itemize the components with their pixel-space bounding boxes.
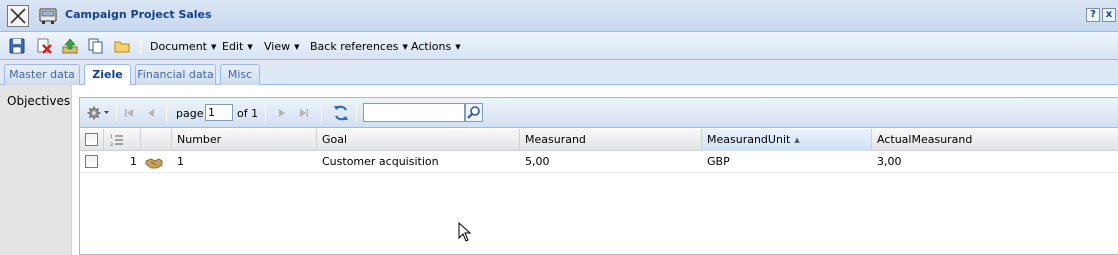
- title-bar: Campaign Project Sales ? x: [0, 0, 1118, 32]
- cell-measurand-unit: GBP: [707, 155, 730, 168]
- chevron-down-icon: ▼: [211, 43, 217, 51]
- cell-measurand: 5,00: [525, 155, 550, 168]
- cell-actual-measurand: 3,00: [877, 155, 902, 168]
- copy-icon[interactable]: [87, 37, 105, 55]
- next-page-icon[interactable]: [274, 105, 290, 121]
- previous-page-icon[interactable]: [143, 105, 159, 121]
- folder-icon[interactable]: [113, 37, 131, 55]
- paging-separator: [166, 105, 167, 121]
- grid-header: 13 Number Goal Measurand MeasurandUnit ▲ …: [80, 129, 1118, 151]
- chevron-down-icon: ▼: [455, 43, 461, 51]
- paging-separator: [321, 105, 322, 121]
- mouse-cursor-icon: [458, 221, 472, 244]
- tab-financial-data[interactable]: Financial data: [135, 64, 216, 85]
- table-row[interactable]: 1 1 Customer acquisition 5,00 GBP 3,00: [80, 151, 1118, 173]
- numbered-list-icon: 13: [110, 134, 123, 147]
- menu-label: View: [264, 40, 291, 53]
- tab-content: Objectives page 1 of 1 1 3 Number Goal M…: [0, 85, 1118, 255]
- main-toolbar: Document ▼ Edit ▼ View ▼ Back references ▼ A…: [0, 32, 1118, 60]
- paging-toolbar: page 1 of 1: [80, 98, 1118, 128]
- cell-goal: Customer acquisition: [322, 155, 439, 168]
- tab-ziele[interactable]: Ziele: [84, 64, 131, 86]
- page-label: page: [176, 107, 204, 120]
- row-number-column[interactable]: 13: [104, 129, 141, 151]
- column-header-label: Goal: [322, 133, 348, 146]
- first-page-icon[interactable]: [121, 105, 137, 121]
- menu-edit[interactable]: Edit ▼: [222, 40, 253, 53]
- page-number-input[interactable]: 1: [205, 104, 233, 121]
- last-page-icon[interactable]: [296, 105, 312, 121]
- tab-strip: Master data Ziele Financial data Misc: [0, 60, 1118, 86]
- menu-document[interactable]: Document ▼: [150, 40, 216, 53]
- select-all-checkbox[interactable]: [85, 133, 98, 146]
- row-number: 1: [130, 155, 137, 168]
- gear-icon[interactable]: [86, 105, 112, 121]
- chevron-down-icon: ▼: [402, 43, 408, 51]
- refresh-icon[interactable]: [332, 104, 350, 122]
- search-input[interactable]: [363, 103, 465, 122]
- svg-text:1: 1: [110, 134, 113, 140]
- tab-master-data[interactable]: Master data: [4, 64, 80, 85]
- paging-separator: [356, 105, 357, 121]
- select-all-column: [80, 129, 104, 151]
- objectives-grid: page 1 of 1 13 Number Goal Measurand Mea…: [79, 97, 1118, 255]
- bus-icon: [38, 7, 58, 25]
- menu-label: Edit: [222, 40, 244, 53]
- section-label: Objectives: [7, 94, 71, 108]
- menu-actions[interactable]: Actions ▼: [411, 40, 461, 53]
- sort-ascending-icon: ▲: [794, 136, 800, 144]
- chevron-down-icon: ▼: [247, 43, 253, 51]
- column-header-label: Number: [177, 133, 222, 146]
- cell-number: 1: [177, 155, 184, 168]
- paging-separator: [265, 105, 266, 121]
- menu-view[interactable]: View ▼: [264, 40, 300, 53]
- column-header-label: MeasurandUnit: [707, 133, 791, 146]
- upload-icon[interactable]: [61, 37, 79, 55]
- menu-back-references[interactable]: Back references ▼: [310, 40, 408, 53]
- window-title: Campaign Project Sales: [65, 8, 212, 21]
- delete-icon[interactable]: [35, 37, 53, 55]
- icon-column[interactable]: [141, 129, 172, 151]
- column-header-label: Measurand: [525, 133, 586, 146]
- save-icon[interactable]: [8, 37, 26, 55]
- column-header-number[interactable]: Number: [172, 129, 317, 151]
- menu-label: Actions: [411, 40, 452, 53]
- search-icon[interactable]: [465, 103, 483, 122]
- svg-text:3: 3: [110, 142, 113, 147]
- close-button[interactable]: x: [1102, 8, 1116, 22]
- toolbar-separator: [140, 38, 141, 54]
- help-button[interactable]: ?: [1086, 8, 1100, 22]
- column-header-actual-measurand[interactable]: ActualMeasurand: [872, 129, 1118, 151]
- column-header-label: ActualMeasurand: [877, 133, 973, 146]
- page-count-label: of 1: [237, 107, 259, 120]
- tab-misc[interactable]: Misc: [220, 64, 260, 85]
- paging-separator: [116, 105, 117, 121]
- handshake-icon: [145, 151, 167, 173]
- row-checkbox[interactable]: [85, 155, 98, 168]
- column-header-measurand-unit[interactable]: MeasurandUnit ▲: [702, 129, 872, 151]
- column-header-goal[interactable]: Goal: [317, 129, 520, 151]
- section-label-panel: Objectives: [0, 85, 72, 255]
- menu-label: Back references: [310, 40, 399, 53]
- chevron-down-icon: ▼: [294, 43, 300, 51]
- menu-label: Document: [150, 40, 207, 53]
- column-header-measurand[interactable]: Measurand: [520, 129, 702, 151]
- close-window-icon[interactable]: [7, 5, 29, 27]
